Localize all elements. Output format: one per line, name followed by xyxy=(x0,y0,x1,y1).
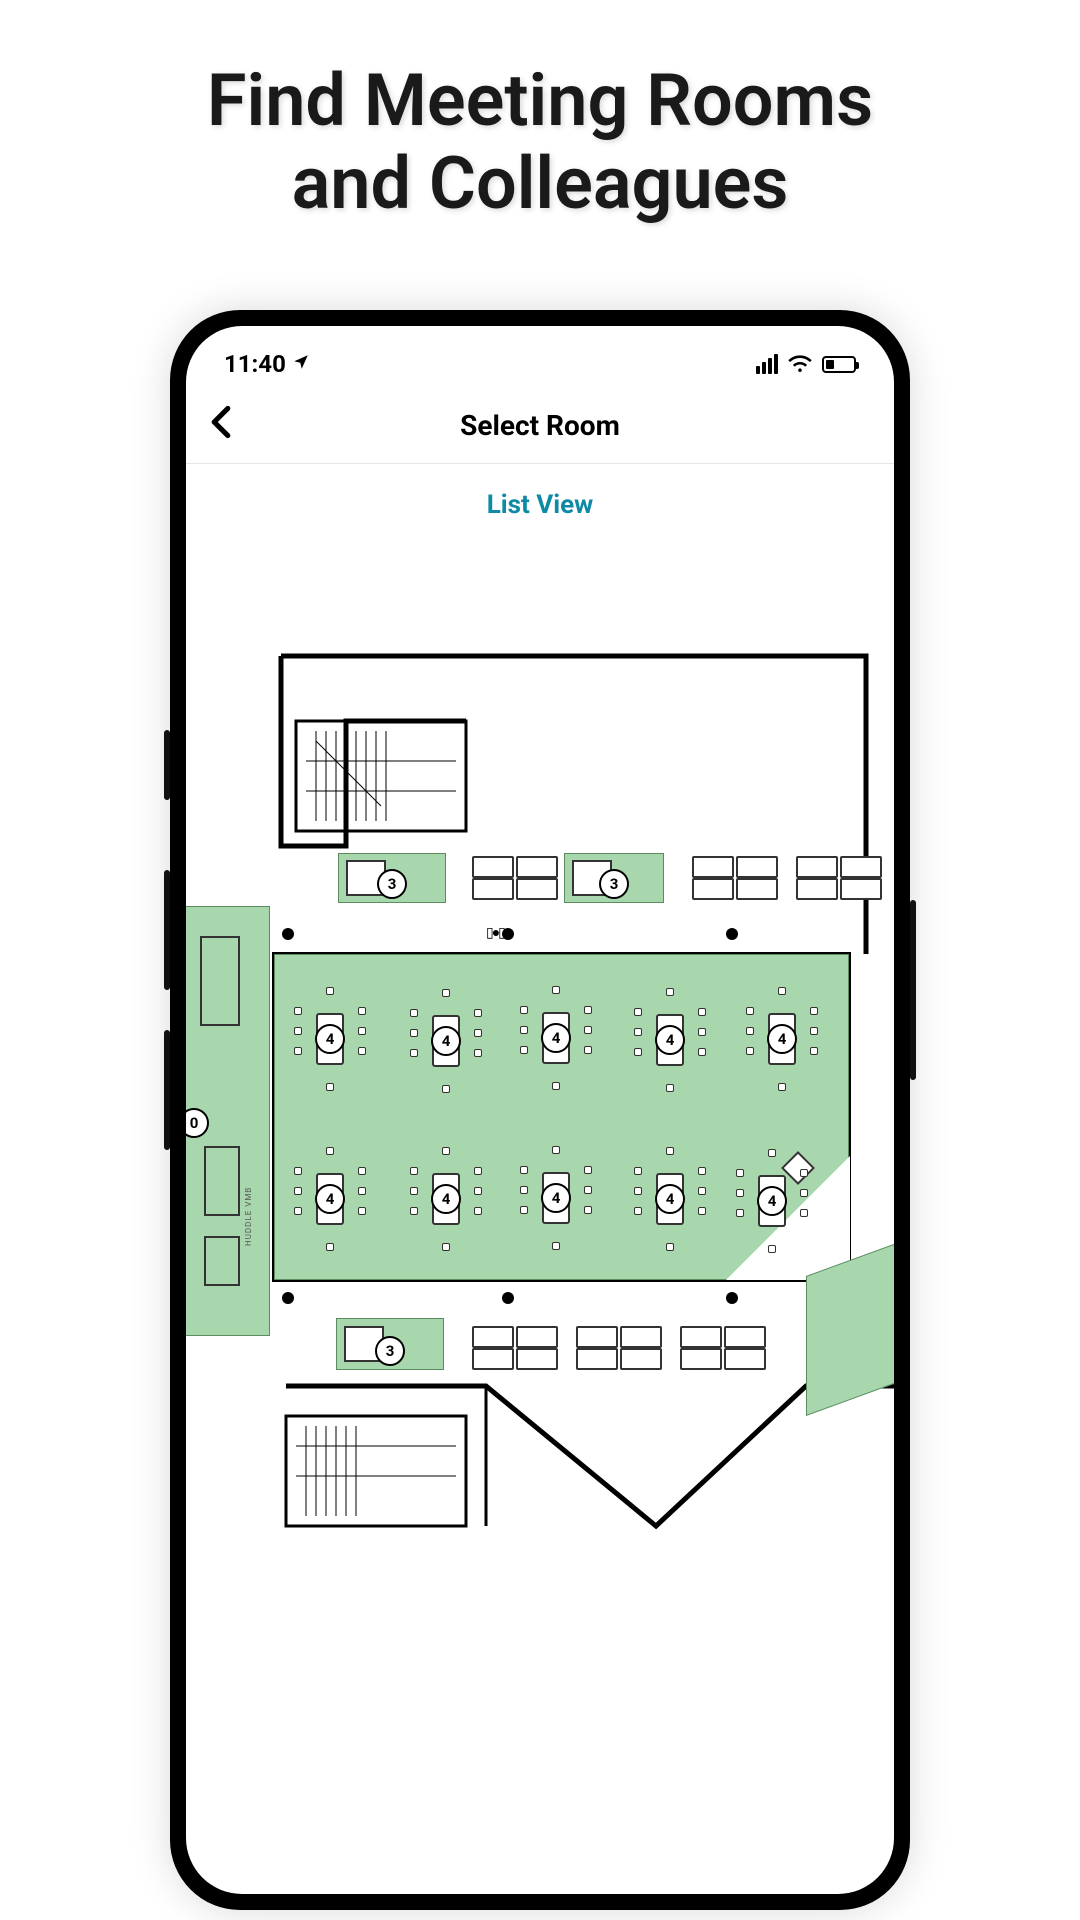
side-room-label: HUDDLE VMB xyxy=(244,1187,253,1246)
room-capacity-badge[interactable]: 4 xyxy=(315,1024,345,1054)
desk-cluster xyxy=(796,856,882,900)
room-capacity-badge[interactable]: 4 xyxy=(655,1025,685,1055)
status-bar-left: 11:40 xyxy=(224,350,310,378)
phone-vol-down xyxy=(164,1030,170,1150)
room-capacity-badge[interactable]: 4 xyxy=(655,1184,685,1214)
marketing-headline: Find Meeting Rooms and Colleagues xyxy=(0,0,1080,226)
desk-cluster xyxy=(576,1326,662,1370)
side-cabinet xyxy=(204,1146,240,1216)
room-capacity-badge[interactable]: 4 xyxy=(757,1186,787,1216)
desk-cluster xyxy=(680,1326,766,1370)
floorplan-map[interactable]: HUDDLE VMB xyxy=(186,546,894,1646)
navigation-bar: Select Room xyxy=(186,388,894,464)
pillar-icon xyxy=(282,1292,294,1304)
side-cabinet xyxy=(204,1236,240,1286)
phone-silence-switch xyxy=(164,730,170,800)
pillar-icon xyxy=(282,928,294,940)
wifi-icon xyxy=(788,350,812,378)
pillar-icon xyxy=(726,928,738,940)
desk-cluster xyxy=(692,856,778,900)
list-view-toggle[interactable]: List View xyxy=(186,464,894,546)
phone-power-button xyxy=(910,900,916,1080)
room-capacity-badge[interactable]: 4 xyxy=(767,1024,797,1054)
pillar-icon xyxy=(726,1292,738,1304)
room-capacity-badge[interactable]: 3 xyxy=(375,1336,405,1366)
page-title: Select Room xyxy=(460,409,620,442)
battery-icon xyxy=(822,356,856,373)
cellular-signal-icon xyxy=(756,354,778,374)
room-capacity-badge[interactable]: 3 xyxy=(599,869,629,899)
phone-mockup-frame: 11:40 Select Room List View xyxy=(170,310,910,1910)
status-bar: 11:40 xyxy=(186,326,894,388)
desk-cluster xyxy=(472,1326,558,1370)
room-capacity-badge[interactable]: 3 xyxy=(377,869,407,899)
pillar-icon xyxy=(502,1292,514,1304)
amenity-icons: ▯●▯ xyxy=(486,924,504,941)
phone-vol-up xyxy=(164,870,170,990)
headline-line-1: Find Meeting Rooms xyxy=(207,58,873,143)
room-capacity-badge[interactable]: 4 xyxy=(541,1023,571,1053)
location-services-icon xyxy=(292,352,310,376)
desk-cluster xyxy=(472,856,558,900)
phone-screen: 11:40 Select Room List View xyxy=(186,326,894,1894)
headline-line-2: and Colleagues xyxy=(292,141,789,226)
status-bar-right xyxy=(756,350,856,378)
room-capacity-badge[interactable]: 4 xyxy=(431,1026,461,1056)
status-time: 11:40 xyxy=(224,350,286,378)
back-button[interactable] xyxy=(210,405,232,446)
room-capacity-badge[interactable]: 4 xyxy=(431,1184,461,1214)
room-capacity-badge[interactable]: 4 xyxy=(541,1183,571,1213)
side-cabinet xyxy=(200,936,240,1026)
room-capacity-badge[interactable]: 4 xyxy=(315,1184,345,1214)
